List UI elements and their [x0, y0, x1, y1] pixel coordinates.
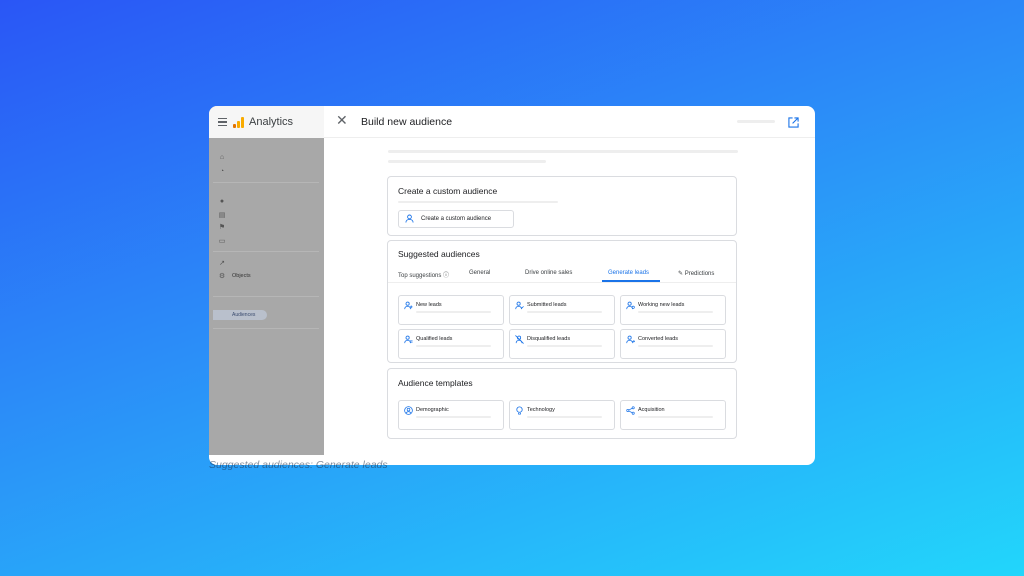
suggested-audiences-card: Suggested audiences Top suggestions ⓘ Ge…	[387, 240, 737, 363]
tile-label: Demographic	[416, 407, 449, 413]
info-icon: ⓘ	[443, 273, 450, 279]
sidebar-divider	[213, 182, 319, 183]
placeholder-line	[416, 311, 491, 313]
close-icon[interactable]: ✕	[336, 112, 348, 129]
sidebar: Analytics ⌂ ◔ ● ▤ ⚑ ▭ ↗ ⚙ Objects Audien…	[209, 106, 324, 455]
table-icon[interactable]: ▤	[218, 211, 226, 219]
disqualified-leads-icon	[515, 335, 524, 344]
tile-label: Disqualified leads	[527, 336, 571, 342]
tab-generate-leads[interactable]: Generate leads	[608, 270, 649, 276]
tile-label: New leads	[416, 302, 442, 308]
create-custom-audience-button[interactable]: Create a custom audience	[398, 210, 514, 228]
tile-label: Working new leads	[638, 302, 685, 308]
demographic-icon	[404, 406, 413, 415]
sidebar-item-audiences[interactable]: Audiences	[232, 312, 255, 318]
audience-templates-title: Audience templates	[398, 378, 473, 388]
leads-icon	[404, 335, 413, 344]
placeholder-line	[398, 201, 558, 203]
leads-icon	[404, 301, 413, 310]
folder-icon[interactable]: ▭	[218, 237, 226, 245]
placeholder-line	[388, 150, 738, 153]
tile-working-new-leads[interactable]: Working new leads	[620, 295, 726, 325]
panel-header: ✕ Build new audience	[324, 106, 815, 138]
tile-technology[interactable]: Technology	[509, 400, 615, 430]
tile-acquisition[interactable]: Acquisition	[620, 400, 726, 430]
tile-label: Technology	[527, 407, 555, 413]
tile-converted-leads[interactable]: Converted leads	[620, 329, 726, 359]
placeholder-line	[527, 311, 602, 313]
panel-title: Build new audience	[361, 116, 453, 128]
home-icon[interactable]: ⌂	[218, 154, 226, 161]
placeholder-line	[388, 160, 546, 163]
tile-label: Submitted leads	[527, 302, 567, 308]
analytics-logo	[233, 116, 244, 128]
placeholder-line	[527, 416, 602, 418]
tile-label: Qualified leads	[416, 336, 453, 342]
external-icon[interactable]: ↗	[218, 259, 226, 267]
tab-drive-online-sales[interactable]: Drive online sales	[525, 270, 572, 276]
placeholder-line	[527, 345, 602, 347]
suggested-audiences-title: Suggested audiences	[398, 249, 480, 259]
tile-submitted-leads[interactable]: Submitted leads	[509, 295, 615, 325]
tab-predictions[interactable]: ✎ Predictions	[678, 270, 714, 277]
sidebar-divider	[213, 251, 319, 252]
app-name: Analytics	[249, 116, 294, 128]
leads-icon	[626, 301, 635, 310]
acquisition-icon	[626, 406, 635, 415]
clock-icon[interactable]: ◔	[218, 168, 226, 175]
tabs-divider	[388, 282, 736, 283]
sidebar-item-objects[interactable]: Objects	[232, 273, 251, 279]
tab-label: Predictions	[684, 271, 715, 277]
create-custom-audience-label: Create a custom audience	[421, 216, 492, 222]
sidebar-divider	[213, 296, 319, 297]
tile-demographic[interactable]: Demographic	[398, 400, 504, 430]
flag-icon[interactable]: ⚑	[218, 223, 226, 231]
placeholder-line	[416, 345, 491, 347]
tile-qualified-leads[interactable]: Qualified leads	[398, 329, 504, 359]
sidebar-header: Analytics	[209, 106, 324, 138]
tile-label: Converted leads	[638, 336, 679, 342]
tile-disqualified-leads[interactable]: Disqualified leads	[509, 329, 615, 359]
placeholder-line	[416, 416, 491, 418]
placeholder-line	[638, 416, 713, 418]
person-icon[interactable]: ●	[218, 198, 226, 205]
header-placeholder	[737, 120, 775, 123]
audience-templates-card: Audience templates Demographic Technolog…	[387, 368, 737, 439]
hamburger-menu-icon[interactable]	[218, 117, 227, 127]
tab-label: Top suggestions	[398, 273, 442, 279]
custom-audience-title: Create a custom audience	[398, 186, 498, 196]
person-icon	[405, 210, 415, 228]
custom-audience-card: Create a custom audience Create a custom…	[387, 176, 737, 236]
open-in-new-icon[interactable]	[788, 115, 799, 133]
gear-icon[interactable]: ⚙	[218, 272, 226, 280]
leads-icon	[626, 335, 635, 344]
tab-top-suggestions[interactable]: Top suggestions ⓘ	[398, 270, 449, 279]
technology-icon	[516, 406, 523, 415]
tab-general[interactable]: General	[469, 270, 490, 276]
sidebar-divider	[213, 328, 319, 329]
placeholder-line	[638, 311, 713, 313]
sparkle-icon: ✎	[678, 271, 684, 277]
tile-new-leads[interactable]: New leads	[398, 295, 504, 325]
tile-label: Acquisition	[638, 407, 665, 413]
image-caption: Suggested audiences: Generate leads	[209, 459, 388, 471]
leads-icon	[515, 301, 524, 310]
placeholder-line	[638, 345, 713, 347]
